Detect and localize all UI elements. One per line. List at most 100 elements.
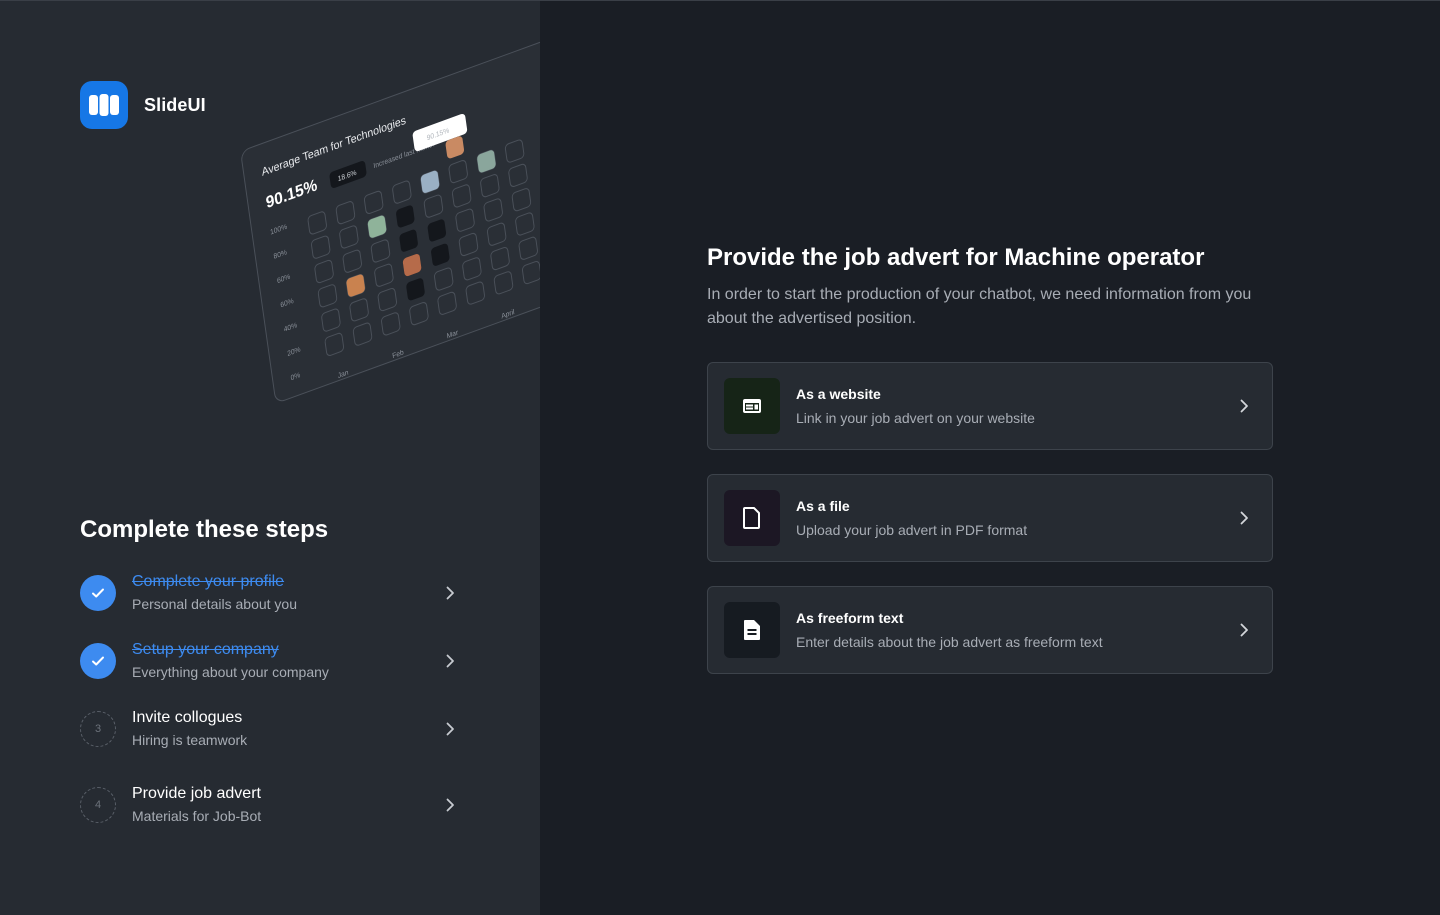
step-number-badge: 3 [80,711,116,747]
step-complete-profile[interactable]: Complete your profile Personal details a… [80,568,460,618]
chart-cell [458,232,479,257]
chart-y-tick: 80% [273,249,288,261]
chevron-right-icon [440,654,460,668]
chart-card-big-value: 90.15% [265,176,318,213]
chevron-right-icon [440,798,460,812]
chart-x-tick: Jan [337,369,349,380]
chart-cell [311,235,331,259]
brand-name: SlideUI [144,94,206,115]
chart-cell [518,236,538,260]
chart-cell [363,190,384,214]
step-subtitle: Personal details about you [132,596,297,612]
chart-y-tick: 20% [287,346,302,358]
chart-y-tick: 60% [280,297,295,309]
chart-cell [434,267,454,291]
chart-cell [377,287,398,312]
chart-x-tick: April [501,309,516,321]
chart-cell [339,225,359,249]
chart-cell [490,246,510,271]
chart-cell [511,188,532,212]
brand[interactable]: SlideUI [80,81,206,129]
chart-x-tick: Feb [392,349,404,360]
chevron-right-icon [440,586,460,600]
chart-cell [504,139,525,163]
step-setup-company[interactable]: Setup your company Everything about your… [80,636,460,686]
step-invite-colleagues[interactable]: 3 Invite collogues Hiring is teamwork [80,704,460,754]
chart-cell [462,257,482,281]
chart-cell [409,302,429,326]
chart-y-tick: 60% [277,273,292,285]
option-freeform-text[interactable]: As freeform text Enter details about the… [707,586,1273,674]
chart-cell [352,322,373,346]
browser-window-icon [724,378,780,434]
option-website[interactable]: As a website Link in your job advert on … [707,362,1273,450]
page-title: Provide the job advert for Machine opera… [707,244,1205,271]
chart-cell [314,259,334,284]
step-provide-job-advert[interactable]: 4 Provide job advert Materials for Job-B… [80,780,460,830]
avatar [402,253,422,277]
avatar [477,150,496,173]
checkmark-icon [80,643,116,679]
chart-cell [396,205,415,228]
chevron-right-icon [1232,511,1256,525]
chevron-right-icon [1232,623,1256,637]
step-title: Invite collogues [132,709,243,726]
checkmark-icon [80,575,116,611]
chart-cell [370,239,391,263]
slideui-logo-icon [80,81,128,129]
chart-cell [423,194,444,218]
step-subtitle: Materials for Job-Bot [132,808,262,824]
avatar [346,274,365,297]
chart-cell [342,249,362,273]
avatar [420,170,440,193]
chart-cell [508,163,528,187]
chart-cell [493,271,514,295]
chart-cell [399,229,418,252]
chart-cell [480,174,500,198]
option-subtitle: Upload your job advert in PDF format [796,522,1028,538]
chart-cell [448,160,468,184]
page-description: In order to start the production of your… [707,286,1252,327]
option-title: As a file [796,498,850,514]
chart-y-tick: 0% [290,372,301,383]
option-subtitle: Enter details about the job advert as fr… [796,634,1103,650]
step-title: Provide job advert [132,785,261,802]
chart-cell [427,219,447,242]
chart-cell [374,263,394,287]
text-document-icon [724,602,780,658]
chart-cell [437,291,457,315]
chart-y-tick: 40% [283,322,298,334]
chart-preview-card: Average Team for Technologies 90.15% 18.… [240,27,540,405]
chart-cell [317,284,338,308]
chart-cell [381,312,401,336]
chart-cell [392,180,412,204]
chart-cell [486,222,507,246]
chart-cell [324,332,345,356]
chevron-right-icon [1232,399,1256,413]
option-title: As freeform text [796,610,904,626]
chart-cell [451,184,472,208]
option-subtitle: Link in your job advert on your website [796,410,1035,426]
step-subtitle: Everything about your company [132,664,329,680]
chart-cell [321,308,341,332]
chart-cell [455,208,475,232]
chart-x-tick: Mar [446,329,459,340]
steps-title: Complete these steps [80,516,329,543]
chart-cell [465,281,485,305]
chart-cell [431,243,450,266]
step-number-badge: 4 [80,787,116,823]
chart-cell [335,201,356,225]
chart-cell [349,298,369,322]
avatar [367,215,387,238]
chart-cell [406,278,425,301]
option-file[interactable]: As a file Upload your job advert in PDF … [707,474,1273,562]
file-icon [724,490,780,546]
sidebar-panel: SlideUI Average Team for Technologies 90… [0,1,540,915]
step-subtitle: Hiring is teamwork [132,732,248,748]
option-title: As a website [796,386,881,402]
step-title: Complete your profile [132,573,285,590]
chart-cell [307,211,327,235]
chart-cell [483,198,503,222]
chart-card-title: Average Team for Technologies [261,114,407,179]
chart-y-tick: 100% [270,223,288,236]
